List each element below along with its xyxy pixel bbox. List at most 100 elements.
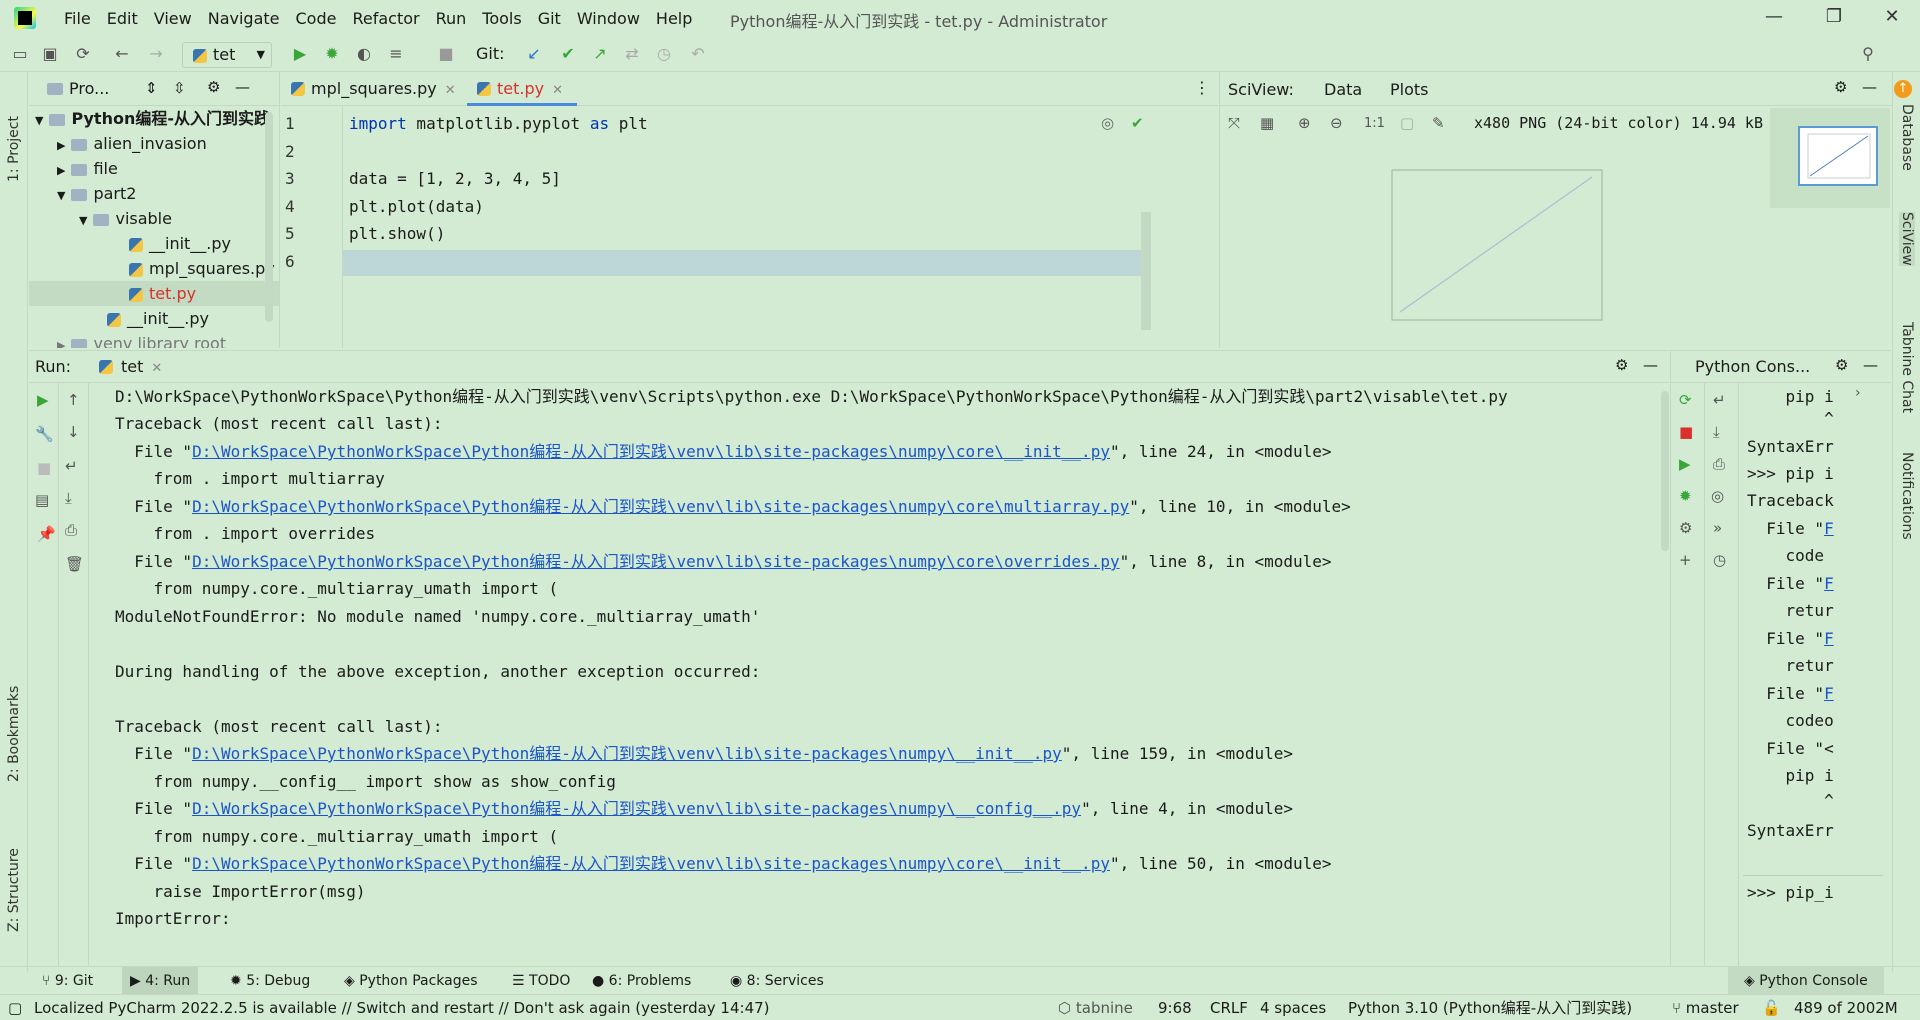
run-configuration-selector[interactable]: tet ▼ <box>182 42 272 68</box>
minimize-button[interactable]: — <box>1762 6 1786 30</box>
menu-git[interactable]: Git <box>530 9 569 28</box>
menu-navigate[interactable]: Navigate <box>200 9 288 28</box>
tab-todo[interactable]: ☰ TODO <box>512 967 570 995</box>
git-commit-icon[interactable]: ✔ <box>558 44 578 64</box>
indent-setting[interactable]: 4 spaces <box>1260 995 1326 1020</box>
notifications-tool-button[interactable]: Notifications <box>1899 452 1915 540</box>
traceback-link[interactable]: D:\WorkSpace\PythonWorkSpace\Python编程-从入… <box>192 552 1120 571</box>
back-icon[interactable]: ← <box>112 44 132 64</box>
menu-refactor[interactable]: Refactor <box>344 9 427 28</box>
menu-file[interactable]: File <box>56 9 99 28</box>
plot-thumbnail[interactable] <box>1798 126 1878 186</box>
console-input[interactable]: >>> pip_i <box>1747 879 1834 906</box>
hide-icon[interactable]: — <box>1643 356 1658 374</box>
fit-icon[interactable]: ⤧ <box>1228 114 1240 132</box>
git-update-icon[interactable]: ↙ <box>524 44 544 64</box>
line-separator[interactable]: CRLF <box>1210 995 1248 1020</box>
tab-data[interactable]: Data <box>1324 80 1362 99</box>
menu-tools[interactable]: Tools <box>474 9 529 28</box>
tabnine-status[interactable]: ⬡ tabnine <box>1058 995 1133 1020</box>
execute-icon[interactable]: ▶ <box>1679 455 1691 473</box>
run-console-output[interactable]: D:\WorkSpace\PythonWorkSpace\Python编程-从入… <box>29 383 1669 967</box>
background-icon[interactable]: ▢ <box>1400 114 1414 132</box>
tab-tet-py[interactable]: tet.py ✕ <box>467 72 577 106</box>
run-icon[interactable]: ▶ <box>290 44 310 64</box>
sync-icon[interactable]: ⟳ <box>73 44 93 64</box>
tab-run-tet[interactable]: tet ✕ <box>99 357 162 376</box>
git-push-icon[interactable]: ↗ <box>590 44 610 64</box>
traceback-link[interactable]: D:\WorkSpace\PythonWorkSpace\Python编程-从入… <box>192 799 1081 818</box>
sciview-tool-button[interactable]: SciView <box>1899 212 1915 266</box>
soft-wrap-icon[interactable]: ↵ <box>1713 391 1726 409</box>
tab-plots[interactable]: Plots <box>1390 80 1429 99</box>
traceback-link[interactable]: D:\WorkSpace\PythonWorkSpace\Python编程-从入… <box>192 442 1110 461</box>
gear-icon[interactable]: ⚙ <box>1835 356 1848 374</box>
scroll-to-end-icon[interactable]: ⤓ <box>1713 423 1720 441</box>
code-area[interactable]: import matplotlib.pyplot as plt data = [… <box>281 106 1151 348</box>
close-icon[interactable]: ✕ <box>552 83 563 98</box>
history-icon[interactable]: ◷ <box>1713 551 1726 569</box>
collapse-all-icon[interactable]: ⇳ <box>173 79 186 97</box>
tab-problems[interactable]: ● 6: Problems <box>592 967 691 995</box>
update-notification[interactable]: Localized PyCharm 2022.2.5 is available … <box>34 995 770 1020</box>
forward-icon[interactable]: → <box>146 44 166 64</box>
lock-icon[interactable]: 🔓 <box>1762 995 1781 1020</box>
run-scrollbar[interactable] <box>1661 391 1669 551</box>
layout-toggle-icon[interactable]: ▢ <box>8 995 22 1020</box>
no-problems-icon[interactable]: ✔ <box>1131 114 1144 132</box>
git-rollback-icon[interactable]: ↶ <box>688 44 708 64</box>
traceback-link[interactable]: D:\WorkSpace\PythonWorkSpace\Python编程-从入… <box>192 744 1062 763</box>
show-variables-icon[interactable]: ◎ <box>1711 487 1724 505</box>
open-folder-icon[interactable]: ▭ <box>10 44 30 64</box>
git-compare-icon[interactable]: ⇄ <box>622 44 642 64</box>
close-icon[interactable]: ✕ <box>151 361 162 376</box>
restore-button[interactable]: ❐ <box>1822 6 1846 30</box>
print-icon[interactable]: ⎙ <box>1713 455 1725 473</box>
menu-help[interactable]: Help <box>648 9 700 28</box>
stop-icon[interactable]: ■ <box>436 44 456 64</box>
memory-indicator[interactable]: 489 of 2002M <box>1794 995 1898 1020</box>
project-tool-button[interactable]: 1: Project <box>6 116 22 182</box>
search-everywhere-icon[interactable]: ⚲ <box>1858 44 1878 64</box>
tab-python-console[interactable]: ◈ Python Console <box>1728 967 1884 995</box>
chevron-right-icon[interactable]: › <box>1855 385 1861 401</box>
tab-services[interactable]: ◉ 8: Services <box>730 967 824 995</box>
close-window-button[interactable]: ✕ <box>1880 6 1904 30</box>
tab-mpl-squares[interactable]: mpl_squares.py ✕ <box>281 72 461 106</box>
tree-item-venv[interactable]: ▶ venv library root <box>57 331 226 348</box>
close-icon[interactable]: ✕ <box>445 83 456 98</box>
menu-code[interactable]: Code <box>288 9 345 28</box>
zoom-in-icon[interactable]: ⊕ <box>1298 114 1311 132</box>
interpreter-selector[interactable]: Python 3.10 (Python编程-从入门到实践) <box>1348 995 1632 1020</box>
settings-icon[interactable]: ⚙ <box>1679 519 1692 537</box>
project-view-selector[interactable]: Pro... <box>69 79 109 98</box>
debug-icon[interactable]: ✹ <box>322 44 342 64</box>
git-branch[interactable]: ⑂ master <box>1672 995 1739 1020</box>
actual-size-button[interactable]: 1:1 <box>1364 116 1385 131</box>
traceback-link[interactable]: D:\WorkSpace\PythonWorkSpace\Python编程-从入… <box>192 854 1110 873</box>
gear-icon[interactable]: ⚙ <box>207 78 220 96</box>
tree-item-part2[interactable]: ▼ part2 <box>57 181 136 206</box>
tree-item-init-py[interactable]: __init__.py <box>129 231 231 256</box>
stop-icon[interactable]: ■ <box>1679 423 1693 441</box>
menu-edit[interactable]: Edit <box>99 9 146 28</box>
traceback-link[interactable]: D:\WorkSpace\PythonWorkSpace\Python编程-从入… <box>192 497 1129 516</box>
zoom-out-icon[interactable]: ⊖ <box>1330 114 1343 132</box>
tree-item-visable[interactable]: ▼ visable <box>79 206 172 231</box>
database-tool-button[interactable]: Database <box>1899 104 1915 171</box>
python-console-output[interactable]: pip i ^ SyntaxErr >>> pip i Traceback Fi… <box>1743 383 1883 903</box>
tree-item-file[interactable]: ▶ file <box>57 156 118 181</box>
tree-item-root[interactable]: ▼ Python编程-从入门到实践 <box>35 106 270 131</box>
bookmarks-tool-button[interactable]: 2: Bookmarks <box>6 686 22 782</box>
traceback-link[interactable]: F <box>1824 519 1834 538</box>
coverage-icon[interactable]: ◐ <box>354 44 374 64</box>
traceback-link[interactable]: F <box>1824 574 1834 593</box>
tab-git[interactable]: ⑂ 9: Git <box>42 967 93 995</box>
editor-scrollbar[interactable] <box>1141 212 1151 330</box>
more-tabs-icon[interactable]: ⋮ <box>1194 78 1210 97</box>
git-history-icon[interactable]: ◷ <box>654 44 674 64</box>
gear-icon[interactable]: ⚙ <box>1834 78 1847 96</box>
hide-inspections-icon[interactable]: ◎ <box>1101 114 1114 132</box>
gear-icon[interactable]: ⚙ <box>1615 356 1628 374</box>
tabnine-chat-tool-button[interactable]: Tabnine Chat <box>1899 322 1915 413</box>
